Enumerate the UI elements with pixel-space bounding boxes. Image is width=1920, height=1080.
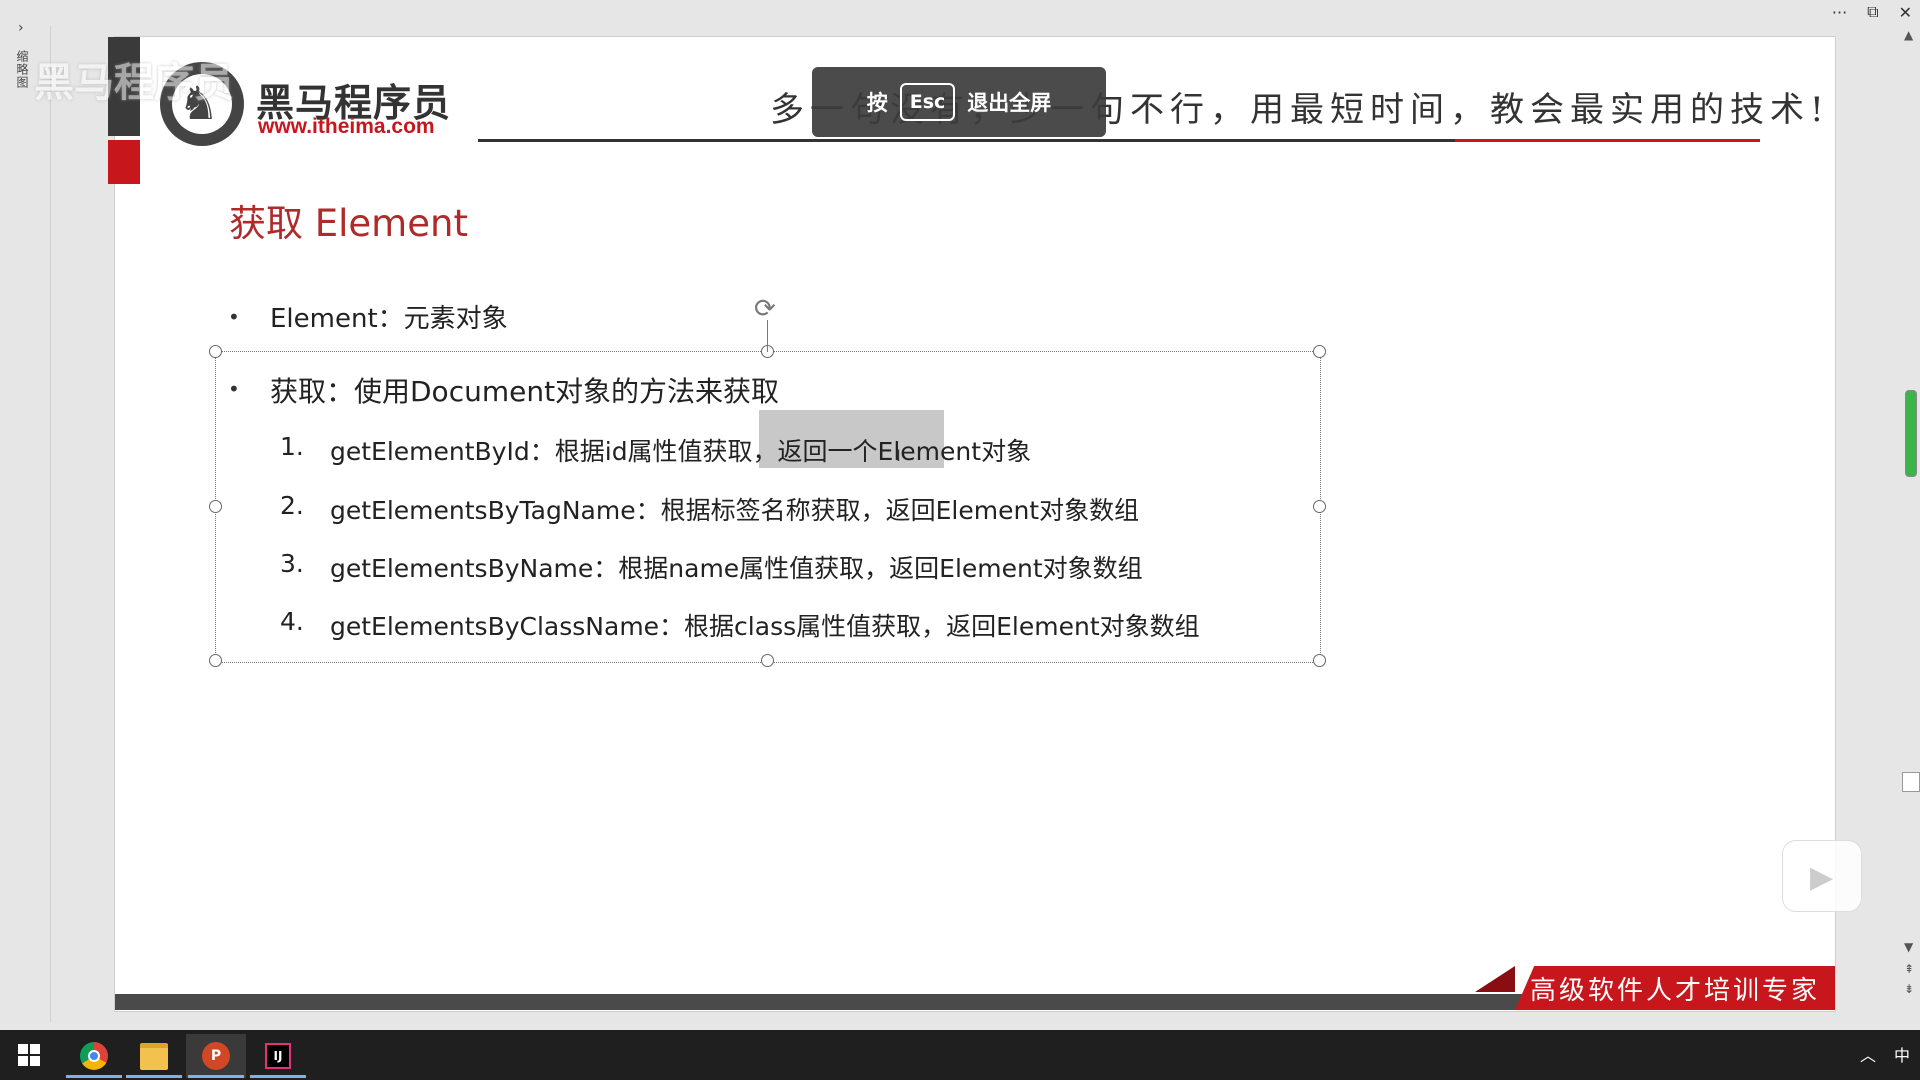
bullet-dot-icon: • <box>228 305 240 329</box>
taskbar-powerpoint[interactable]: P <box>186 1034 246 1078</box>
resize-handle-bottom[interactable] <box>761 654 774 667</box>
scroll-up-icon[interactable]: ▲ <box>1904 28 1913 42</box>
exit-fullscreen-hint: 按 Esc 退出全屏 <box>812 67 1106 137</box>
text-cursor-icon: I <box>896 446 901 465</box>
next-slide-icon[interactable]: ⇟ <box>1904 982 1914 996</box>
scroll-position-marker[interactable] <box>1902 772 1920 792</box>
resize-handle-right[interactable] <box>1313 500 1326 513</box>
rotate-handle-stem <box>767 320 768 352</box>
taskbar-running-indicator <box>188 1075 244 1078</box>
watermark-text: 黑马程序员 <box>34 60 234 106</box>
taskbar-intellij[interactable]: IJ <box>248 1034 308 1078</box>
intellij-icon: IJ <box>265 1043 291 1069</box>
slide-title: 获取 Element <box>229 202 468 245</box>
thumbnail-pane <box>0 26 51 1022</box>
powerpoint-icon: P <box>202 1042 230 1070</box>
scrollbar-thumb[interactable] <box>1905 390 1917 477</box>
resize-handle-bottom-left[interactable] <box>209 654 222 667</box>
window-controls: ··· ⧉ ✕ <box>1832 2 1912 22</box>
header-red-bar <box>108 140 140 184</box>
previous-slide-icon[interactable]: ⇞ <box>1904 962 1914 976</box>
resize-handle-top-right[interactable] <box>1313 345 1326 358</box>
thumbnail-pane-label[interactable]: 缩略图 <box>14 50 31 89</box>
esc-key-icon: Esc <box>899 83 956 121</box>
close-window-button[interactable]: ✕ <box>1899 3 1912 22</box>
slogan-underline-accent <box>1455 139 1760 142</box>
bullet-element-definition: Element：元素对象 <box>270 304 508 334</box>
esc-hint-suffix: 退出全屏 <box>967 91 1052 115</box>
taskbar-running-indicator <box>66 1075 122 1078</box>
slide-footer-banner: 高级软件人才培训专家 <box>1515 966 1835 1010</box>
play-icon[interactable]: ▶ <box>1810 860 1833 895</box>
rotate-handle-icon[interactable]: ⟳ <box>754 294 776 324</box>
vertical-scrollbar[interactable] <box>1900 26 1920 1022</box>
folder-icon <box>140 1042 168 1070</box>
restore-window-button[interactable]: ⧉ <box>1867 2 1878 22</box>
more-horizontal-icon[interactable]: ··· <box>1832 3 1847 22</box>
resize-handle-bottom-right[interactable] <box>1313 654 1326 667</box>
show-hidden-icons-chevron-icon[interactable]: ︿ <box>1860 1042 1876 1066</box>
taskbar-file-explorer[interactable] <box>124 1034 184 1078</box>
windows-start-icon[interactable] <box>18 1044 40 1066</box>
logo-url: www.itheima.com <box>258 115 435 138</box>
textbox-selection-frame[interactable] <box>215 351 1321 663</box>
chrome-icon <box>80 1042 108 1070</box>
taskbar-chrome[interactable] <box>64 1034 124 1078</box>
scroll-down-icon[interactable]: ▼ <box>1904 940 1913 954</box>
input-method-indicator[interactable]: 中 <box>1894 1042 1910 1066</box>
esc-hint-prefix: 按 <box>866 91 888 115</box>
expand-thumbnails-chevron-icon[interactable]: › <box>18 20 24 36</box>
resize-handle-top-left[interactable] <box>209 345 222 358</box>
resize-handle-left[interactable] <box>209 500 222 513</box>
window-title-bar <box>0 0 1920 26</box>
taskbar-running-indicator <box>250 1075 306 1078</box>
system-tray: ︿ 中 <box>1860 1042 1910 1066</box>
taskbar-running-indicator <box>126 1075 182 1078</box>
